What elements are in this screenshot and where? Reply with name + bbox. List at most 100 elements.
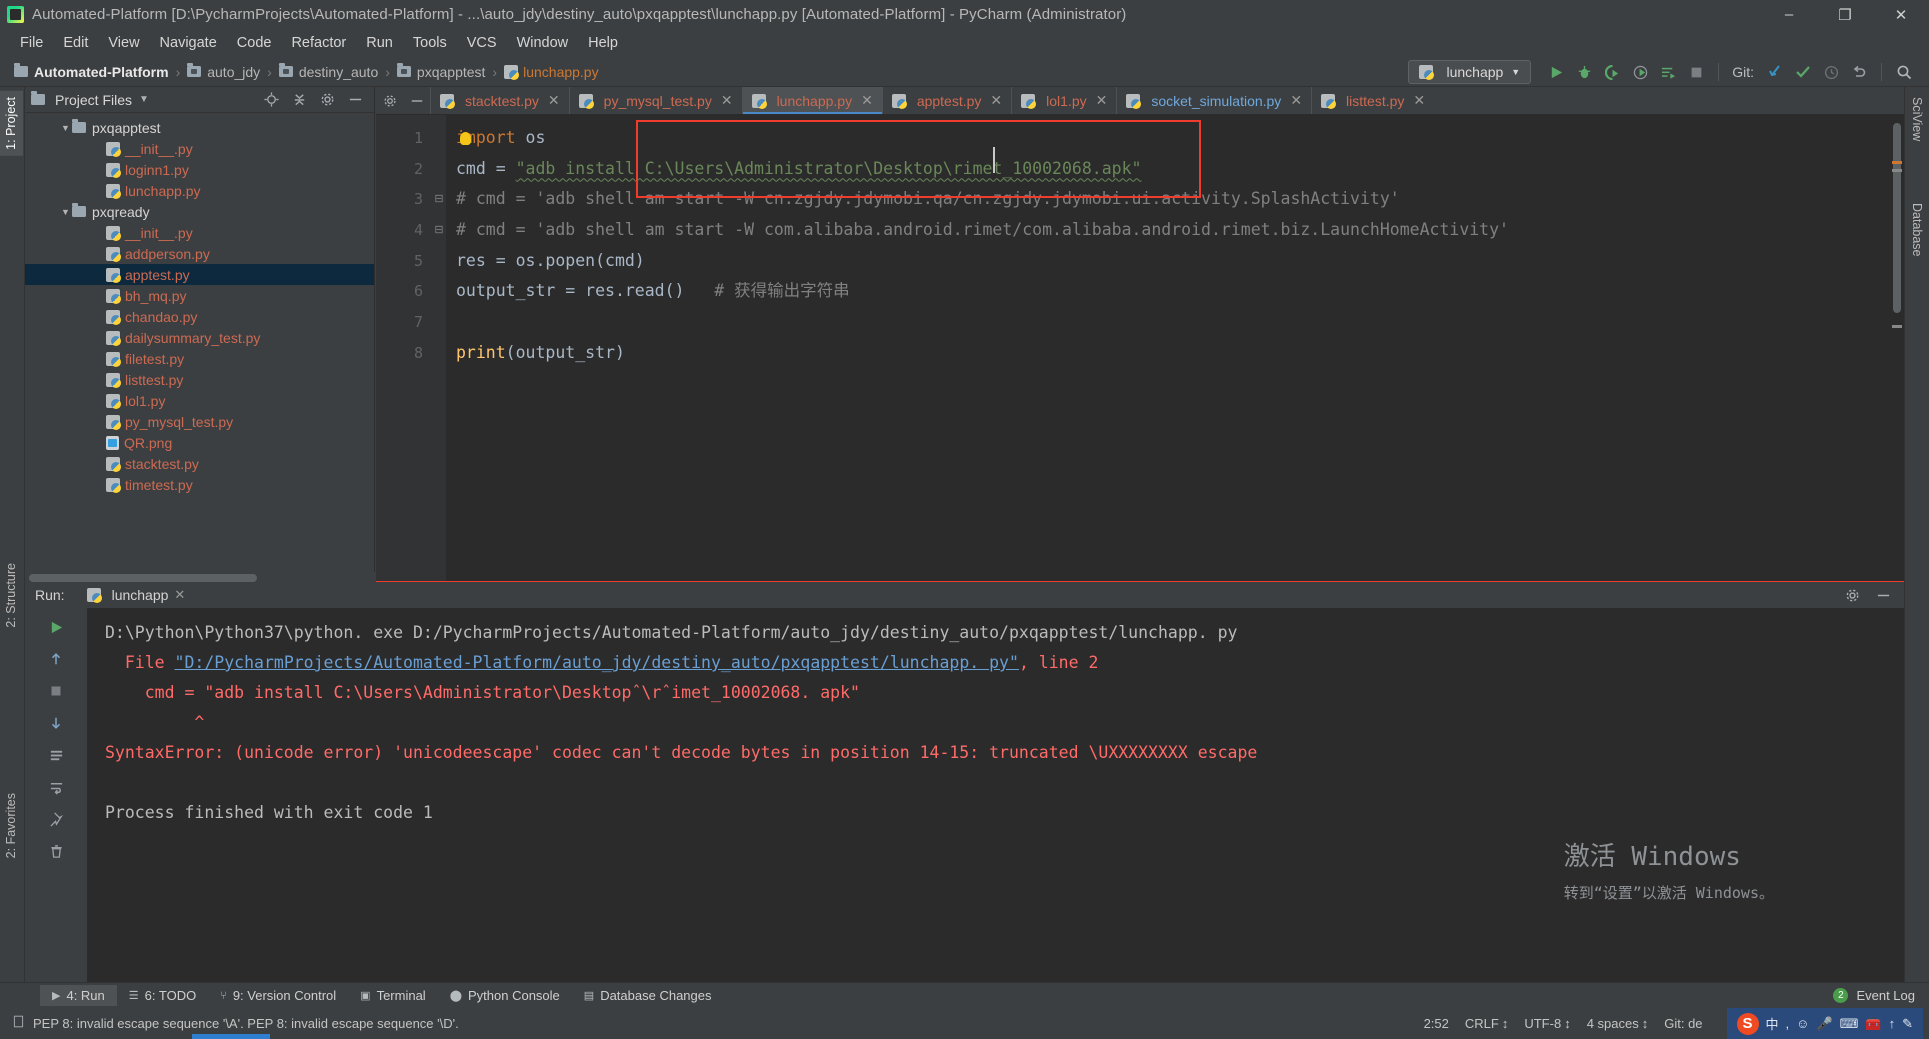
tree-item-addperson-py[interactable]: addperson.py <box>25 243 374 264</box>
tree-item-py-mysql-test-py[interactable]: py_mysql_test.py <box>25 411 374 432</box>
project-tree-hscrollbar-track[interactable] <box>25 572 375 582</box>
pencil-icon[interactable]: ✎ <box>1902 1016 1913 1032</box>
tool-window-button-terminal[interactable]: ▣ Terminal <box>348 985 438 1006</box>
pin-icon[interactable] <box>43 806 69 832</box>
hide-panel-icon[interactable] <box>1875 587 1892 604</box>
tree-item-stacktest-py[interactable]: stacktest.py <box>25 453 374 474</box>
code-content[interactable]: import os cmd = "adb install C:\Users\Ad… <box>446 115 1904 582</box>
sidebar-tab-structure[interactable]: 2: Structure <box>0 557 23 634</box>
menu-code[interactable]: Code <box>227 32 282 54</box>
tree-item-timetest-py[interactable]: timetest.py <box>25 474 374 495</box>
git-branch[interactable]: Git: de <box>1664 1016 1702 1031</box>
tree-item-pxqready[interactable]: ▼ pxqready <box>25 201 374 222</box>
close-icon[interactable]: ✕ <box>861 92 873 109</box>
ime-mode-label[interactable]: 中 <box>1766 1014 1779 1033</box>
info-marker[interactable] <box>1892 169 1902 172</box>
close-icon[interactable]: ✕ <box>1413 92 1425 109</box>
print-button[interactable] <box>43 742 69 768</box>
indent-setting[interactable]: 4 spaces ↕ <box>1587 1016 1649 1031</box>
mic-icon[interactable]: 🎤 <box>1816 1016 1832 1032</box>
clear-all-button[interactable] <box>43 838 69 864</box>
locate-icon[interactable] <box>263 91 280 108</box>
file-encoding[interactable]: UTF-8 ↕ <box>1524 1016 1570 1031</box>
info-marker[interactable] <box>1892 325 1902 328</box>
menu-file[interactable]: File <box>10 32 53 54</box>
tree-item-dailysummary-test-py[interactable]: dailysummary_test.py <box>25 327 374 348</box>
run-configuration-selector[interactable]: lunchapp ▼ <box>1408 60 1532 84</box>
close-icon[interactable]: ✕ <box>548 92 560 109</box>
tree-item--init-py[interactable]: __init__.py <box>25 138 374 159</box>
close-icon[interactable]: ✕ <box>174 587 185 603</box>
comma-icon[interactable]: , <box>1786 1016 1790 1031</box>
code-editor[interactable]: 1 2 3 4 5 6 7 8 ⊟ ⊟ import os cmd = "adb… <box>376 115 1904 583</box>
event-log-area[interactable]: 2 Event Log <box>1833 988 1929 1003</box>
menu-help[interactable]: Help <box>578 32 628 54</box>
breadcrumb-item-auto-jdy[interactable]: auto_jdy <box>187 63 260 80</box>
tree-item-loginn1-py[interactable]: loginn1.py <box>25 159 374 180</box>
tree-item-listtest-py[interactable]: listtest.py <box>25 369 374 390</box>
editor-tab-socket-simulation-py[interactable]: socket_simulation.py ✕ <box>1116 87 1311 114</box>
collapse-all-icon[interactable] <box>291 91 308 108</box>
project-tree-hscrollbar-thumb[interactable] <box>29 574 257 582</box>
debug-button[interactable] <box>1571 59 1597 85</box>
console-output[interactable]: D:\Python\Python37\python. exe D:/Pychar… <box>87 608 1904 988</box>
editor-tab-listtest-py[interactable]: listtest.py ✕ <box>1311 87 1434 114</box>
scroll-up-button[interactable] <box>43 646 69 672</box>
tool-window-button-6-todo[interactable]: ☰ 6: TODO <box>117 985 208 1006</box>
hide-editor-icon[interactable] <box>404 87 430 114</box>
caret-position[interactable]: 2:52 <box>1424 1016 1449 1031</box>
code-folding-gutter[interactable]: ⊟ ⊟ <box>432 115 446 582</box>
editor-tab-py-mysql-test-py[interactable]: py_mysql_test.py ✕ <box>568 87 742 114</box>
hide-panel-icon[interactable] <box>347 91 364 108</box>
menu-run[interactable]: Run <box>356 32 403 54</box>
toolbox-icon[interactable]: 🧰 <box>1865 1016 1881 1032</box>
up-icon[interactable]: ↑ <box>1889 1016 1896 1031</box>
close-icon[interactable]: ✕ <box>1290 92 1302 109</box>
menu-edit[interactable]: Edit <box>53 32 98 54</box>
tool-window-button-python-console[interactable]: ⬤ Python Console <box>438 985 572 1006</box>
sidebar-tab-database[interactable]: Database <box>1905 197 1929 263</box>
breadcrumb-item-file[interactable]: lunchapp.py <box>504 64 599 80</box>
tree-item--init-py[interactable]: __init__.py <box>25 222 374 243</box>
tree-item-pxqapptest[interactable]: ▼ pxqapptest <box>25 117 374 138</box>
chevron-down-icon[interactable]: ▼ <box>59 123 72 133</box>
menu-tools[interactable]: Tools <box>403 32 457 54</box>
editor-tab-stacktest-py[interactable]: stacktest.py ✕ <box>430 87 569 114</box>
stop-button[interactable] <box>43 678 69 704</box>
menu-navigate[interactable]: Navigate <box>150 32 227 54</box>
sogou-ime-icon[interactable]: S <box>1736 1012 1759 1035</box>
tree-item-apptest-py[interactable]: apptest.py <box>25 264 374 285</box>
chevron-down-icon[interactable]: ▼ <box>139 94 149 105</box>
tool-window-button-database-changes[interactable]: ▤ Database Changes <box>572 985 724 1006</box>
sidebar-tab-favorites[interactable]: 2: Favorites <box>0 787 23 864</box>
run-coverage-button[interactable] <box>1599 59 1625 85</box>
keyboard-icon[interactable]: ⌨ <box>1840 1016 1859 1032</box>
scroll-down-button[interactable] <box>43 710 69 736</box>
breadcrumb-item-pxqapptest[interactable]: pxqapptest <box>396 63 485 80</box>
menu-view[interactable]: View <box>98 32 149 54</box>
stop-button[interactable] <box>1683 59 1709 85</box>
tool-window-button-4-run[interactable]: ▶ 4: Run <box>40 985 117 1006</box>
tree-item-chandao-py[interactable]: chandao.py <box>25 306 374 327</box>
gear-icon[interactable] <box>1844 587 1861 604</box>
fold-marker[interactable]: ⊟ <box>432 184 446 215</box>
undo-button[interactable] <box>1846 59 1872 85</box>
breadcrumb-project[interactable]: Automated-Platform <box>14 63 169 80</box>
search-icon[interactable] <box>1891 59 1917 85</box>
run-tab-lunchapp[interactable]: lunchapp ✕ <box>81 585 192 605</box>
maximize-button[interactable]: ❐ <box>1817 0 1873 29</box>
gear-icon[interactable] <box>376 87 404 114</box>
tree-item-lunchapp-py[interactable]: lunchapp.py <box>25 180 374 201</box>
run-button[interactable] <box>1543 59 1569 85</box>
tree-item-filetest-py[interactable]: filetest.py <box>25 348 374 369</box>
profile-button[interactable] <box>1627 59 1653 85</box>
tree-item-qr-png[interactable]: QR.png <box>25 432 374 453</box>
sidebar-tab-project[interactable]: 1: Project <box>0 91 23 156</box>
menu-vcs[interactable]: VCS <box>457 32 507 54</box>
close-button[interactable]: ✕ <box>1873 0 1929 29</box>
rerun-button[interactable] <box>43 614 69 640</box>
soft-wrap-button[interactable] <box>43 774 69 800</box>
emoji-icon[interactable]: ☺ <box>1796 1016 1809 1031</box>
menu-refactor[interactable]: Refactor <box>281 32 356 54</box>
editor-tab-lunchapp-py[interactable]: lunchapp.py ✕ <box>741 87 883 114</box>
